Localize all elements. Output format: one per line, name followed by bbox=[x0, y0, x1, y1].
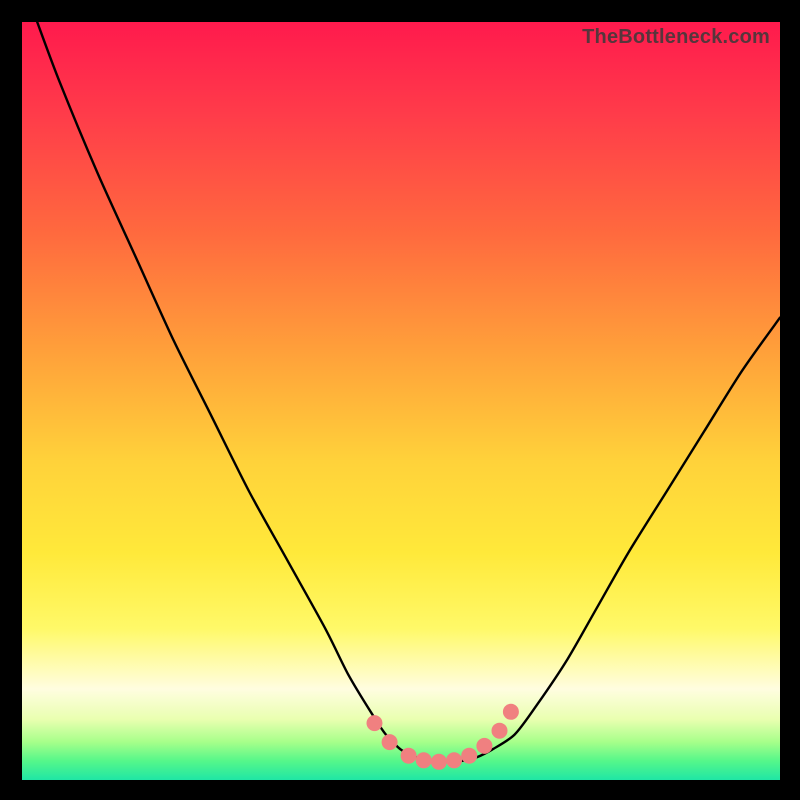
curve-marker bbox=[492, 723, 508, 739]
plot-area: TheBottleneck.com bbox=[22, 22, 780, 780]
curve-svg bbox=[22, 22, 780, 780]
curve-marker bbox=[461, 748, 477, 764]
curve-marker bbox=[446, 752, 462, 768]
curve-marker bbox=[382, 734, 398, 750]
bottleneck-curve bbox=[37, 22, 780, 762]
curve-marker bbox=[431, 754, 447, 770]
curve-marker bbox=[416, 752, 432, 768]
chart-frame: TheBottleneck.com bbox=[0, 0, 800, 800]
curve-marker bbox=[476, 738, 492, 754]
curve-markers bbox=[367, 704, 519, 770]
curve-marker bbox=[367, 715, 383, 731]
curve-marker bbox=[401, 748, 417, 764]
curve-marker bbox=[503, 704, 519, 720]
